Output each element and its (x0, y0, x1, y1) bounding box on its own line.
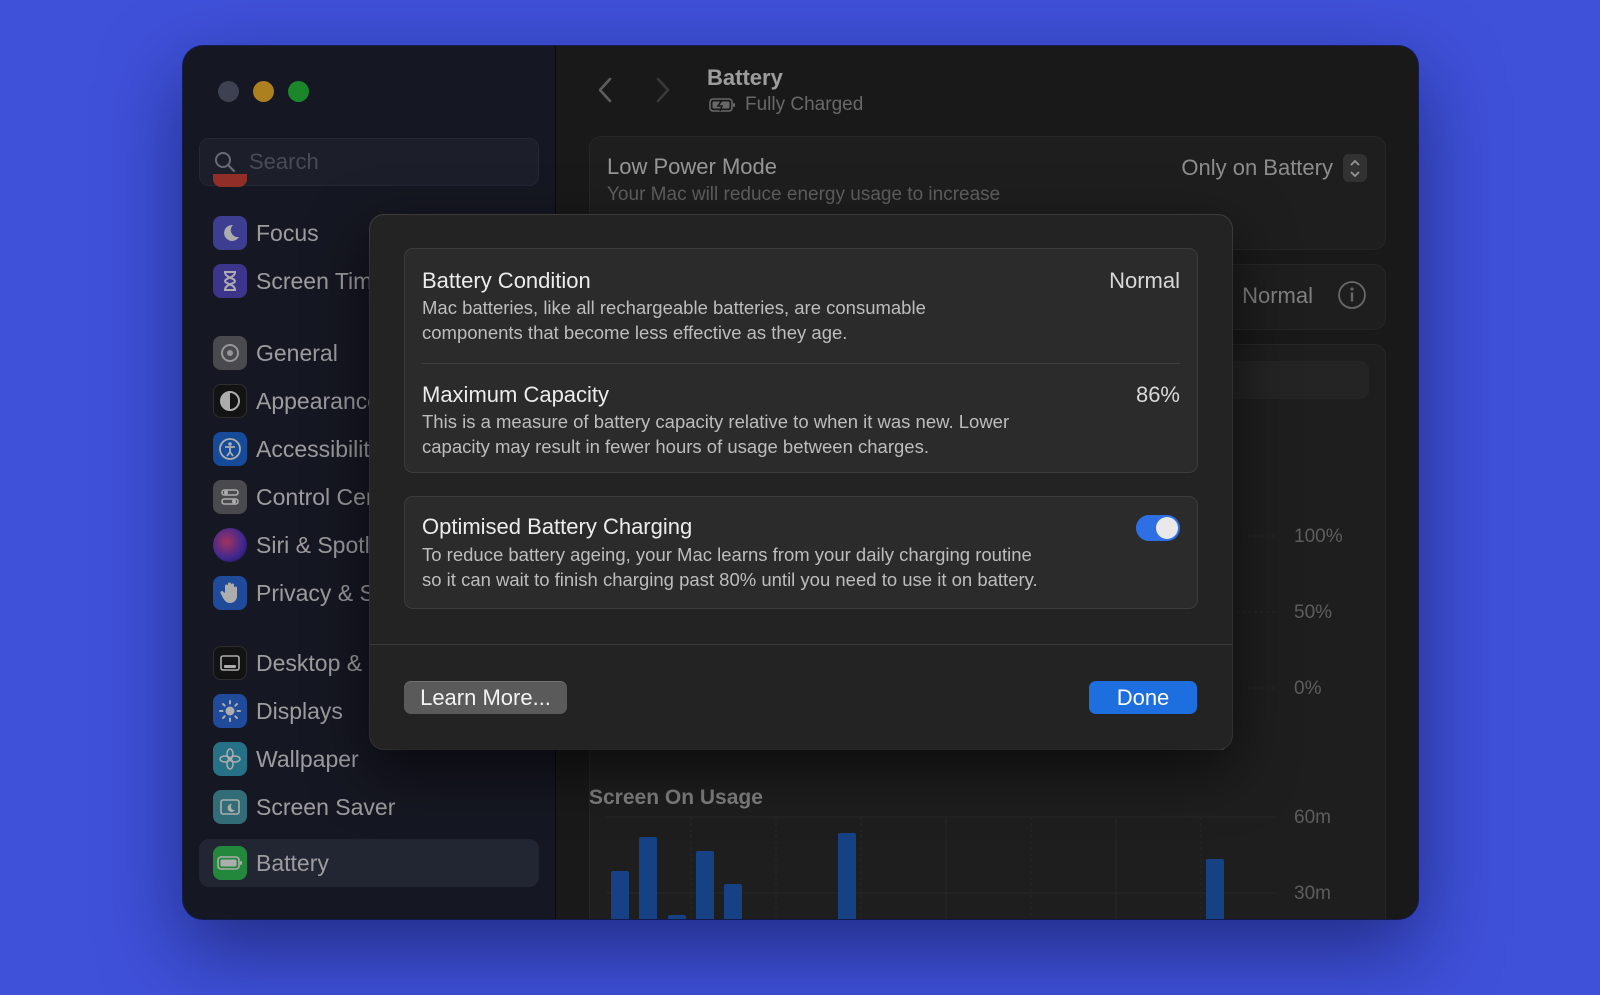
battery-health-sheet: Battery Condition Normal Mac batteries, … (370, 215, 1232, 749)
description-line: components that become less effective as… (422, 321, 848, 343)
optimised-charging-group: Optimised Battery Charging To reduce bat… (404, 496, 1198, 609)
description-line: To reduce battery ageing, your Mac learn… (422, 544, 1032, 565)
optimised-charging-description: To reduce battery ageing, your Mac learn… (422, 543, 1182, 592)
description-line: Mac batteries, like all rechargeable bat… (422, 297, 926, 318)
description-line: so it can wait to finish charging past 8… (422, 568, 1038, 590)
battery-condition-description: Mac batteries, like all rechargeable bat… (422, 296, 1122, 345)
optimised-charging-title: Optimised Battery Charging (422, 514, 693, 539)
maximum-capacity-value: 86% (1135, 382, 1180, 407)
maximum-capacity-title: Maximum Capacity (422, 382, 610, 407)
description-line: This is a measure of battery capacity re… (422, 411, 1010, 432)
row-divider (422, 363, 1180, 364)
battery-condition-title: Battery Condition (422, 268, 591, 293)
done-button[interactable]: Done (1089, 681, 1197, 714)
toggle-knob (1156, 517, 1178, 539)
maximum-capacity-description: This is a measure of battery capacity re… (422, 410, 1122, 459)
sheet-footer-divider (370, 644, 1232, 645)
optimised-charging-toggle[interactable] (1136, 515, 1180, 541)
description-line: capacity may result in fewer hours of us… (422, 435, 929, 457)
learn-more-button[interactable]: Learn More... (404, 681, 567, 714)
battery-condition-value: Normal (1109, 268, 1180, 293)
battery-info-group: Battery Condition Normal Mac batteries, … (404, 248, 1198, 473)
